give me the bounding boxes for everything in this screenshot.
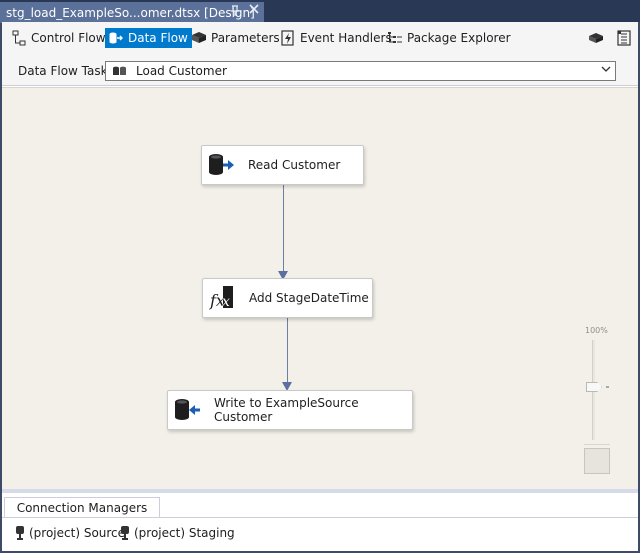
toolbox-icon[interactable] [616, 30, 632, 46]
data-path-line[interactable] [287, 318, 288, 385]
connection-managers-tab-label: Connection Managers [16, 500, 148, 515]
data-flow-task-select[interactable]: Load Customer [105, 61, 616, 81]
component-add-stagedatetime[interactable]: fx x Add StageDateTime [202, 278, 373, 318]
tab-data-flow[interactable]: Data Flow [105, 28, 192, 48]
document-tab-title: stg_load_ExampleSo...omer.dtsx [Design] [6, 5, 255, 20]
component-label: Read Customer [248, 158, 341, 172]
zoom-level: 100% [585, 326, 608, 335]
tab-package-explorer[interactable]: Package Explorer [384, 28, 515, 48]
tab-label: Package Explorer [407, 31, 511, 45]
zoom-slider-thumb[interactable] [586, 382, 602, 392]
component-write-examplesource-customer[interactable]: Write to ExampleSource Customer [167, 390, 413, 430]
zoom-control: 100% [582, 326, 612, 476]
tab-label: Data Flow [128, 31, 188, 45]
source-icon [208, 153, 236, 177]
pin-icon[interactable] [230, 5, 240, 17]
tab-label: Parameters [211, 31, 280, 45]
component-label: Write to ExampleSource Customer [214, 396, 359, 424]
control-flow-icon [11, 30, 27, 46]
parameters-icon [191, 30, 207, 46]
designer-tabs: Control Flow Data Flow Parameters Event … [2, 22, 638, 54]
variables-icon[interactable] [588, 30, 604, 46]
data-flow-icon [108, 30, 124, 46]
data-flow-task-value: Load Customer [136, 64, 227, 78]
connection-managers-list: (project) Source (project) Staging [2, 517, 638, 551]
package-explorer-icon [387, 30, 403, 46]
tab-label: Event Handlers [300, 31, 392, 45]
data-path-line[interactable] [283, 184, 284, 274]
designer-window: stg_load_ExampleSo...omer.dtsx [Design] … [0, 0, 640, 553]
component-read-customer[interactable]: Read Customer [201, 145, 364, 185]
data-flow-task-bar: Data Flow Task: Load Customer [2, 54, 638, 86]
zoom-to-fit-button[interactable] [584, 448, 610, 474]
document-tab[interactable]: stg_load_ExampleSo...omer.dtsx [Design] [0, 2, 264, 23]
tab-control-flow[interactable]: Control Flow [8, 28, 110, 48]
tab-parameters[interactable]: Parameters [188, 28, 284, 48]
tab-event-handlers[interactable]: Event Handlers [277, 28, 396, 48]
document-tab-strip: stg_load_ExampleSo...omer.dtsx [Design] [0, 0, 640, 23]
close-icon[interactable] [248, 3, 260, 15]
derived-column-icon: fx x [209, 286, 237, 310]
event-handlers-icon [280, 30, 296, 46]
connection-icon [15, 526, 25, 540]
connection-manager-item[interactable]: (project) Staging [120, 526, 235, 540]
connection-manager-label: (project) Staging [134, 526, 235, 540]
connection-manager-label: (project) Source [29, 526, 126, 540]
data-flow-task-label: Data Flow Task: [18, 64, 112, 78]
zoom-separator [584, 444, 610, 445]
data-flow-canvas[interactable]: Read Customer fx x Add StageDateTime Writ… [2, 87, 638, 489]
connection-icon [120, 526, 130, 540]
connection-manager-item[interactable]: (project) Source [15, 526, 125, 540]
zoom-tick [606, 386, 609, 388]
tab-label: Control Flow [31, 31, 106, 45]
chevron-down-icon[interactable] [601, 64, 611, 74]
connection-managers-panel: Connection Managers (project) Source (pr… [2, 489, 638, 551]
connection-managers-tab[interactable]: Connection Managers [4, 497, 160, 517]
designer-content: Control Flow Data Flow Parameters Event … [2, 22, 638, 551]
svg-text:x: x [222, 294, 230, 310]
data-flow-task-icon [112, 64, 128, 78]
destination-icon [174, 398, 202, 422]
toolbar-right-icons [588, 30, 632, 46]
component-label: Add StageDateTime [249, 291, 369, 305]
